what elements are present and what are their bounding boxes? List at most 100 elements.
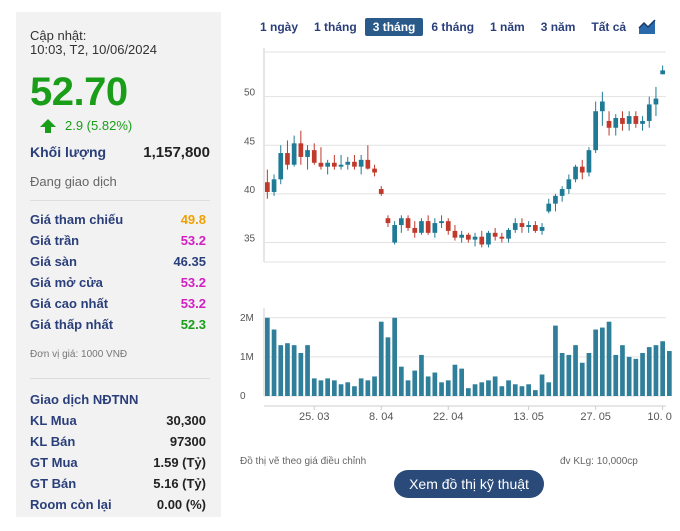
candle-body <box>479 236 485 245</box>
volume-bar <box>573 345 578 396</box>
tab-timeframe[interactable]: 3 tháng <box>364 18 424 36</box>
candle-body <box>278 153 284 180</box>
volume-bar <box>459 368 464 396</box>
candle-body <box>291 143 297 165</box>
candle-body <box>546 203 552 212</box>
foreign-value: 0.00 (%) <box>156 497 206 512</box>
volume-bar <box>378 321 384 396</box>
candle-body <box>412 227 418 233</box>
candle-body <box>439 221 444 224</box>
volume-tick-label: 0 <box>240 391 246 402</box>
volume-bar <box>626 356 632 396</box>
volume-bar <box>365 380 371 396</box>
volume-bar <box>372 376 377 396</box>
foreign-row: KL Mua 30,300 <box>30 413 206 428</box>
volume-bar <box>311 378 317 396</box>
unit-note: Đơn vị giá: 1000 VNĐ <box>30 349 128 360</box>
candle-body <box>593 111 598 151</box>
volume-bar <box>519 386 525 396</box>
candle-body <box>573 166 578 180</box>
candle-body <box>311 150 317 163</box>
quote-value: 53.2 <box>180 233 206 248</box>
candle-body <box>419 221 424 233</box>
volume-bar <box>600 327 605 396</box>
candle-body <box>492 232 498 237</box>
volume-bar <box>278 345 284 396</box>
candle-body <box>633 116 639 124</box>
quote-row: Giá mở cửa 53.2 <box>30 275 206 290</box>
volume-bar <box>479 382 485 396</box>
candle-body <box>539 226 545 231</box>
candle-body <box>606 120 612 128</box>
volume-bar <box>425 376 431 396</box>
volume-bar <box>452 364 458 396</box>
foreign-value: 97300 <box>169 434 206 449</box>
candle-body <box>405 218 411 228</box>
quote-row: Giá trần 53.2 <box>30 233 206 248</box>
volume-bar <box>412 370 418 396</box>
tab-timeframe[interactable]: 3 năm <box>533 18 584 36</box>
price-tick-label: 40 <box>244 185 256 196</box>
update-time: 10:03, T2, 10/06/2024 <box>30 42 157 57</box>
tab-timeframe[interactable]: Tất cả <box>583 18 634 36</box>
candle-body <box>325 162 330 167</box>
volume-bar <box>486 380 491 396</box>
volume-bar <box>613 354 619 396</box>
candle-body <box>392 225 397 243</box>
tab-timeframe[interactable]: 1 ngày <box>252 18 306 36</box>
technical-chart-button[interactable]: Xem đồ thị kỹ thuật <box>394 470 544 498</box>
volume-bar <box>392 317 397 396</box>
foreign-label: GT Mua <box>30 455 78 470</box>
candle-body <box>271 179 277 192</box>
candle-body <box>285 153 290 165</box>
quote-label: Giá mở cửa <box>30 275 103 290</box>
volume-bar <box>291 345 297 396</box>
foreign-trading-title: Giao dịch NĐTNN <box>30 392 139 407</box>
volume-tick-label: 1M <box>240 352 254 363</box>
volume-bar <box>586 352 592 396</box>
volume-bar <box>432 372 438 396</box>
volume-bar <box>345 382 351 396</box>
volume-bar <box>439 382 444 396</box>
volume-bar <box>559 352 565 396</box>
candle-body <box>559 189 565 196</box>
candle-body <box>305 150 310 157</box>
volume-bar <box>305 345 310 396</box>
candle-body <box>566 179 572 190</box>
tab-timeframe[interactable]: 1 năm <box>482 18 533 36</box>
quote-label: Giá trần <box>30 233 80 248</box>
quote-label: Giá sàn <box>30 254 77 269</box>
volume-bar <box>399 366 404 396</box>
foreign-row: KL Bán 97300 <box>30 434 206 449</box>
tab-timeframe[interactable]: 6 tháng <box>423 18 482 36</box>
update-label: Cập nhật: <box>30 28 87 43</box>
foreign-row: GT Mua 1.59 (Tỷ) <box>30 455 206 470</box>
volume-bar <box>405 380 411 396</box>
tab-timeframe[interactable]: 1 tháng <box>306 18 365 36</box>
area-chart-icon[interactable] <box>638 19 656 35</box>
volume-bar <box>445 380 451 396</box>
volume-bar <box>466 388 471 396</box>
candle-body <box>620 118 625 124</box>
quote-value: 46.35 <box>173 254 206 269</box>
trading-status: Đang giao dịch <box>30 174 117 189</box>
volume-unit-note: đv KLg: 10,000cp <box>560 456 638 467</box>
volume-bar <box>325 378 330 396</box>
candle-body <box>332 162 337 167</box>
volume-bar <box>285 343 290 396</box>
x-tick-label: 25. 03 <box>299 411 330 423</box>
foreign-label: Room còn lại <box>30 497 112 512</box>
candle-body <box>378 189 384 194</box>
volume-bar <box>265 317 270 396</box>
candle-body <box>533 225 538 231</box>
candle-body <box>653 98 659 105</box>
candle-body <box>338 164 344 167</box>
volume-bar <box>352 386 357 396</box>
volume-bar <box>526 384 531 396</box>
volume-bar <box>332 380 337 396</box>
candle-body <box>432 223 438 233</box>
candle-body <box>526 225 531 227</box>
candle-body <box>399 218 404 226</box>
foreign-label: KL Mua <box>30 413 77 428</box>
volume-label: Khối lượng <box>30 144 107 160</box>
